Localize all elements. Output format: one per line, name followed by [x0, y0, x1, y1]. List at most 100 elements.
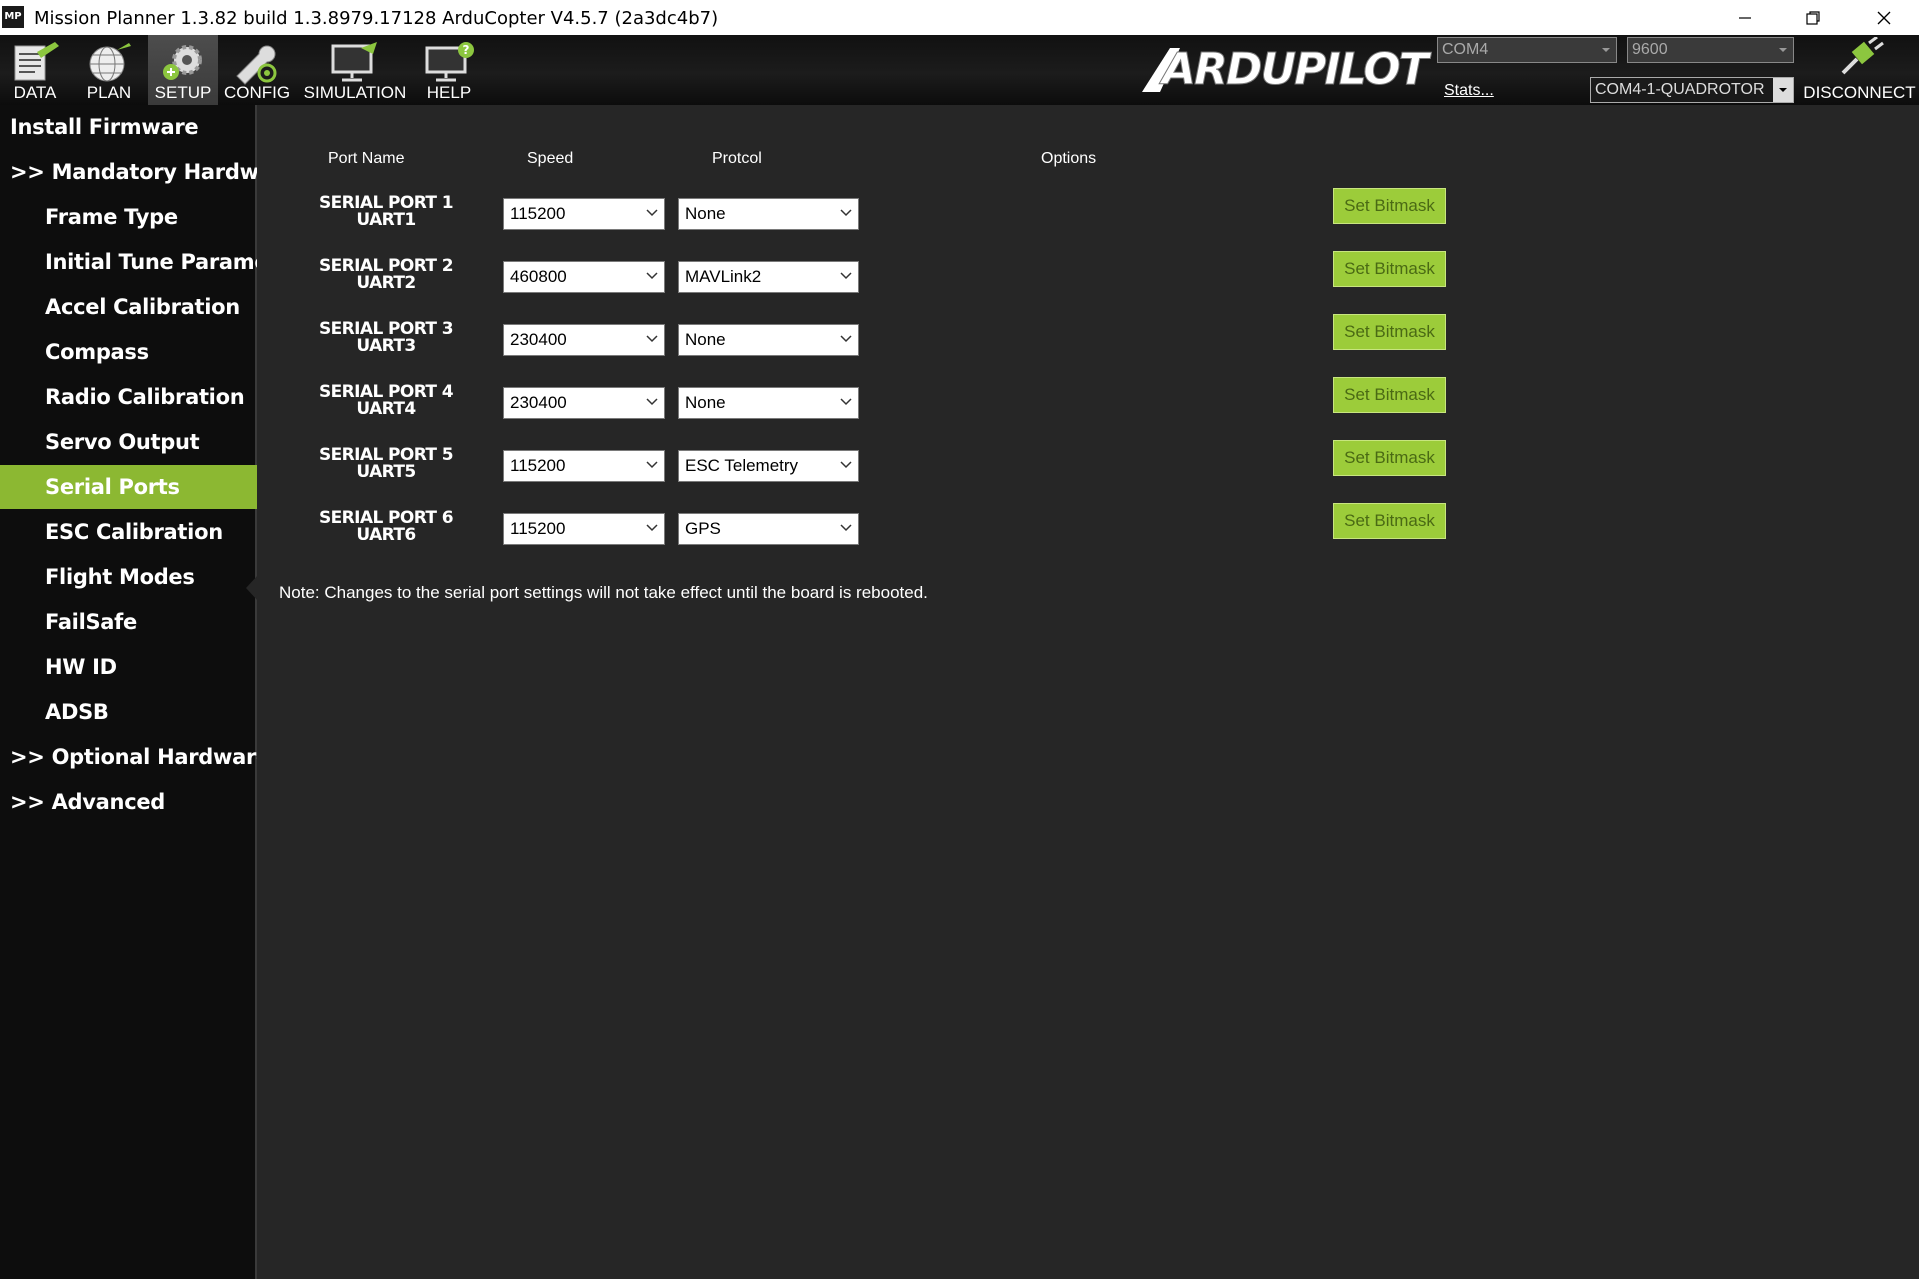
sidebar-item-radio-calibration[interactable]: Radio Calibration — [0, 375, 257, 419]
disconnect-button[interactable]: DISCONNECT — [1800, 37, 1919, 105]
chevron-down-icon — [1596, 38, 1616, 62]
ardupilot-logo: ARDUPILOT — [1142, 44, 1434, 94]
toolbar-setup[interactable]: SETUP — [148, 35, 218, 105]
protocol-value: MAVLink2 — [685, 267, 762, 286]
protocol-value: ESC Telemetry — [685, 456, 799, 475]
sidebar-item-failsafe[interactable]: FailSafe — [0, 600, 257, 644]
com-port-select[interactable]: COM4 — [1437, 37, 1617, 63]
chevron-down-icon — [840, 335, 852, 343]
serial-port-6-label: SERIAL PORT 6 UART6 — [300, 510, 472, 544]
logo-text: ARDUPILOT — [1159, 44, 1432, 94]
serial-port-2-protocol-select[interactable]: MAVLink2 — [678, 261, 859, 293]
sidebar-item-optional-hardware[interactable]: >> Optional Hardware — [0, 735, 257, 779]
serial-port-5-speed-select[interactable]: 115200 — [503, 450, 665, 482]
header-options: Options — [1041, 150, 1097, 167]
toolbar-simulation[interactable]: SIMULATION — [300, 35, 410, 105]
baud-rate-value: 9600 — [1632, 41, 1668, 58]
sidebar-item-initial-tune-parameters[interactable]: Initial Tune Paramete — [0, 240, 257, 284]
chevron-down-icon — [646, 335, 658, 343]
toolbar-plan[interactable]: PLAN — [74, 35, 144, 105]
speed-value: 230400 — [510, 393, 567, 412]
chevron-down-icon — [840, 272, 852, 280]
svg-text:?: ? — [463, 43, 470, 57]
serial-port-2-set-bitmask-button[interactable]: Set Bitmask — [1333, 251, 1446, 287]
serial-port-6-protocol-select[interactable]: GPS — [678, 513, 859, 545]
sidebar-item-flight-modes[interactable]: Flight Modes — [0, 555, 257, 599]
serial-port-2-speed-select[interactable]: 460800 — [503, 261, 665, 293]
serial-port-4-speed-select[interactable]: 230400 — [503, 387, 665, 419]
serial-port-1-label: SERIAL PORT 1 UART1 — [300, 195, 472, 229]
sidebar-item-hw-id[interactable]: HW ID — [0, 645, 257, 689]
port-uart: UART1 — [356, 210, 416, 230]
toolbar-setup-label: SETUP — [154, 83, 212, 102]
monitor-help-icon: ? — [425, 42, 474, 82]
sidebar-item-serial-ports[interactable]: Serial Ports — [0, 465, 257, 509]
sidebar-item-accel-calibration[interactable]: Accel Calibration — [0, 285, 257, 329]
sidebar-item-mandatory-hardware[interactable]: >> Mandatory Hardware — [0, 150, 257, 194]
globe-icon — [89, 43, 131, 82]
serial-port-3-speed-select[interactable]: 230400 — [503, 324, 665, 356]
connection-profile-select[interactable]: COM4-1-QUADROTOR — [1590, 77, 1794, 103]
speed-value: 115200 — [510, 456, 566, 475]
toolbar-config[interactable]: CONFIG — [222, 35, 292, 105]
header-protocol: Protcol — [712, 150, 762, 167]
serial-port-6-set-bitmask-button[interactable]: Set Bitmask — [1333, 503, 1446, 539]
stats-link[interactable]: Stats... — [1444, 82, 1494, 100]
disconnect-label: DISCONNECT — [1803, 83, 1916, 102]
baud-rate-select[interactable]: 9600 — [1627, 37, 1794, 63]
plug-icon — [1841, 37, 1884, 75]
chevron-down-icon — [646, 272, 658, 280]
chevron-down-icon — [840, 209, 852, 217]
sidebar-item-adsb[interactable]: ADSB — [0, 690, 257, 734]
sidebar-item-advanced[interactable]: >> Advanced — [0, 780, 257, 824]
serial-port-5-protocol-select[interactable]: ESC Telemetry — [678, 450, 859, 482]
close-icon — [1877, 11, 1891, 24]
gears-icon — [163, 45, 202, 80]
serial-port-4-set-bitmask-button[interactable]: Set Bitmask — [1333, 377, 1446, 413]
serial-port-6-speed-select[interactable]: 115200 — [503, 513, 665, 545]
chevron-down-icon — [646, 209, 658, 217]
sidebar-item-compass[interactable]: Compass — [0, 330, 257, 374]
speed-value: 115200 — [510, 204, 566, 223]
com-port-value: COM4 — [1442, 41, 1489, 58]
toolbar-data[interactable]: DATA — [0, 35, 70, 105]
serial-port-2-label: SERIAL PORT 2 UART2 — [300, 258, 472, 292]
chevron-down-icon — [646, 524, 658, 532]
serial-port-3-set-bitmask-button[interactable]: Set Bitmask — [1333, 314, 1446, 350]
toolbar-help-label: HELP — [426, 83, 472, 102]
protocol-value: None — [685, 330, 726, 349]
speed-value: 115200 — [510, 519, 566, 538]
app-icon: MP — [2, 6, 24, 28]
serial-port-5-set-bitmask-button[interactable]: Set Bitmask — [1333, 440, 1446, 476]
window-title: Mission Planner 1.3.82 build 1.3.8979.17… — [34, 8, 719, 29]
port-uart: UART2 — [356, 273, 416, 293]
toolbar-help[interactable]: ? HELP — [414, 35, 484, 105]
close-button[interactable] — [1855, 0, 1913, 35]
sidebar-item-frame-type[interactable]: Frame Type — [0, 195, 257, 239]
data-icon — [14, 42, 59, 81]
minimize-button[interactable] — [1716, 0, 1774, 35]
restore-button[interactable] — [1784, 0, 1842, 35]
port-uart: UART4 — [356, 399, 416, 419]
restore-icon — [1806, 10, 1820, 25]
port-uart: UART5 — [356, 462, 416, 482]
toolbar-plan-label: PLAN — [86, 83, 132, 102]
toolbar-config-label: CONFIG — [223, 83, 291, 102]
serial-port-1-set-bitmask-button[interactable]: Set Bitmask — [1333, 188, 1446, 224]
sidebar-item-esc-calibration[interactable]: ESC Calibration — [0, 510, 257, 554]
wrench-icon — [236, 45, 277, 85]
active-item-pointer — [246, 575, 258, 601]
window-title-bar: MP Mission Planner 1.3.82 build 1.3.8979… — [0, 0, 1919, 35]
speed-value: 460800 — [510, 267, 567, 286]
toolbar-simulation-label: SIMULATION — [303, 83, 407, 102]
port-uart: UART6 — [356, 525, 416, 545]
chevron-down-icon — [1773, 38, 1793, 62]
sidebar-item-servo-output[interactable]: Servo Output — [0, 420, 257, 464]
serial-port-4-protocol-select[interactable]: None — [678, 387, 859, 419]
chevron-down-icon — [840, 398, 852, 406]
serial-port-1-speed-select[interactable]: 115200 — [503, 198, 665, 230]
serial-port-1-protocol-select[interactable]: None — [678, 198, 859, 230]
serial-port-3-protocol-select[interactable]: None — [678, 324, 859, 356]
sidebar-item-install-firmware[interactable]: Install Firmware — [0, 105, 257, 149]
chevron-down-icon — [840, 461, 852, 469]
